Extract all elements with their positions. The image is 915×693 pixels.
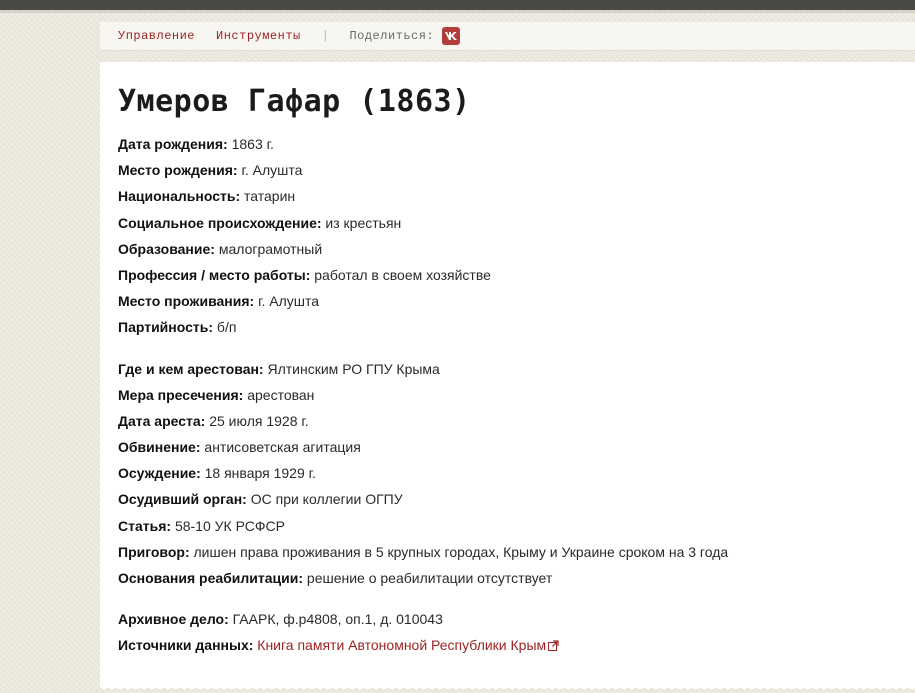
field-arrested-by: Где и кем арестован: Ялтинским РО ГПУ Кр… (118, 360, 915, 378)
field-label: Где и кем арестован: (118, 360, 264, 377)
field-label: Дата ареста: (118, 412, 206, 429)
field-label: Мера пресечения: (118, 386, 244, 403)
field-label: Основания реабилитации: (118, 570, 304, 586)
field-value: лишен права проживания в 5 крупных город… (193, 543, 729, 560)
nav-link-tools[interactable]: Инструменты (216, 29, 301, 43)
field-conviction: Осуждение: 18 января 1929 г. (118, 464, 915, 482)
field-value: 18 января 1929 г. (204, 465, 316, 482)
external-link-icon (548, 640, 559, 652)
top-strip-shade (0, 10, 915, 13)
field-value: арестован (247, 386, 315, 403)
field-education: Образование: малограмотный (118, 240, 915, 258)
field-label: Архивное дело: (118, 611, 229, 628)
toolbar: Управление Инструменты | Поделиться: (100, 22, 915, 51)
field-value: ГААРК, ф.р4808, оп.1, д. 010043 (232, 611, 443, 628)
source-link[interactable]: Книга памяти Автономной Республики Крым (257, 637, 559, 653)
share-label: Поделиться: (349, 29, 435, 43)
source-link-text: Книга памяти Автономной Республики Крым (257, 637, 547, 654)
field-label: Партийность: (118, 319, 214, 336)
field-label: Дата рождения: (118, 136, 228, 152)
field-restraint: Мера пресечения: арестован (118, 386, 915, 404)
field-nationality: Национальность: татарин (118, 187, 915, 205)
field-value: антисоветская агитация (204, 439, 361, 456)
field-value: 25 июля 1928 г. (209, 412, 309, 429)
field-value: 1863 г. (231, 136, 274, 152)
field-value: татарин (244, 188, 296, 205)
toolbar-separator: | (321, 29, 330, 43)
archive-section: Архивное дело: ГААРК, ф.р4808, оп.1, д. … (118, 610, 915, 654)
field-residence: Место проживания: г. Алушта (118, 292, 915, 310)
field-archive-case: Архивное дело: ГААРК, ф.р4808, оп.1, д. … (118, 610, 915, 628)
field-label: Приговор: (118, 543, 190, 560)
field-party: Партийность: б/п (118, 318, 915, 336)
field-social-origin: Социальное происхождение: из крестьян (118, 214, 915, 232)
field-rehabilitation: Основания реабилитации: решение о реабил… (118, 569, 915, 587)
field-profession: Профессия / место работы: работал в свое… (118, 266, 915, 284)
field-charge: Обвинение: антисоветская агитация (118, 438, 915, 456)
field-convicting-body: Осудивший орган: ОС при коллегии ОГПУ (118, 490, 915, 508)
field-value: г. Алушта (241, 162, 303, 179)
field-label: Социальное происхождение: (118, 214, 322, 231)
field-label: Место проживания: (118, 293, 255, 310)
field-value: ОС при коллегии ОГПУ (250, 491, 403, 508)
arrest-section: Где и кем арестован: Ялтинским РО ГПУ Кр… (118, 360, 915, 588)
field-label: Источники данных: (118, 637, 254, 654)
personal-section: Дата рождения: 1863 г. Место рождения: г… (118, 135, 915, 336)
page-title: Умеров Гафар (1863) (118, 84, 471, 119)
field-label: Профессия / место работы: (118, 266, 311, 283)
top-strip (0, 0, 915, 10)
field-label: Место рождения: (118, 162, 238, 179)
field-value: 58-10 УК РСФСР (174, 517, 285, 534)
field-label: Осудивший орган: (118, 491, 247, 508)
field-label: Образование: (118, 240, 215, 257)
field-article: Статья: 58-10 УК РСФСР (118, 517, 915, 535)
field-value: б/п (216, 319, 237, 336)
field-arrest-date: Дата ареста: 25 июля 1928 г. (118, 412, 915, 430)
page-bottom-edge (100, 686, 915, 693)
vk-icon (445, 32, 458, 40)
field-value: Ялтинским РО ГПУ Крыма (267, 360, 440, 377)
field-label: Осуждение: (118, 465, 201, 482)
field-label: Национальность: (118, 188, 241, 205)
field-value: из крестьян (325, 214, 402, 231)
field-birth-place: Место рождения: г. Алушта (118, 161, 915, 179)
nav-link-management[interactable]: Управление (118, 29, 195, 43)
main-content: Умеров Гафар (1863) Дата рождения: 1863 … (100, 62, 915, 688)
field-label: Обвинение: (118, 439, 201, 456)
field-data-sources: Источники данных: Книга памяти Автономно… (118, 636, 915, 654)
field-value: работал в своем хозяйстве (314, 266, 491, 283)
vk-share-button[interactable] (442, 27, 461, 45)
field-value: г. Алушта (258, 293, 320, 310)
field-label: Статья: (118, 517, 172, 534)
field-value: малограмотный (218, 240, 323, 257)
field-sentence: Приговор: лишен права проживания в 5 кру… (118, 543, 915, 561)
field-value: решение о реабилитации отсутствует (306, 570, 553, 586)
field-birth-date: Дата рождения: 1863 г. (118, 135, 915, 153)
